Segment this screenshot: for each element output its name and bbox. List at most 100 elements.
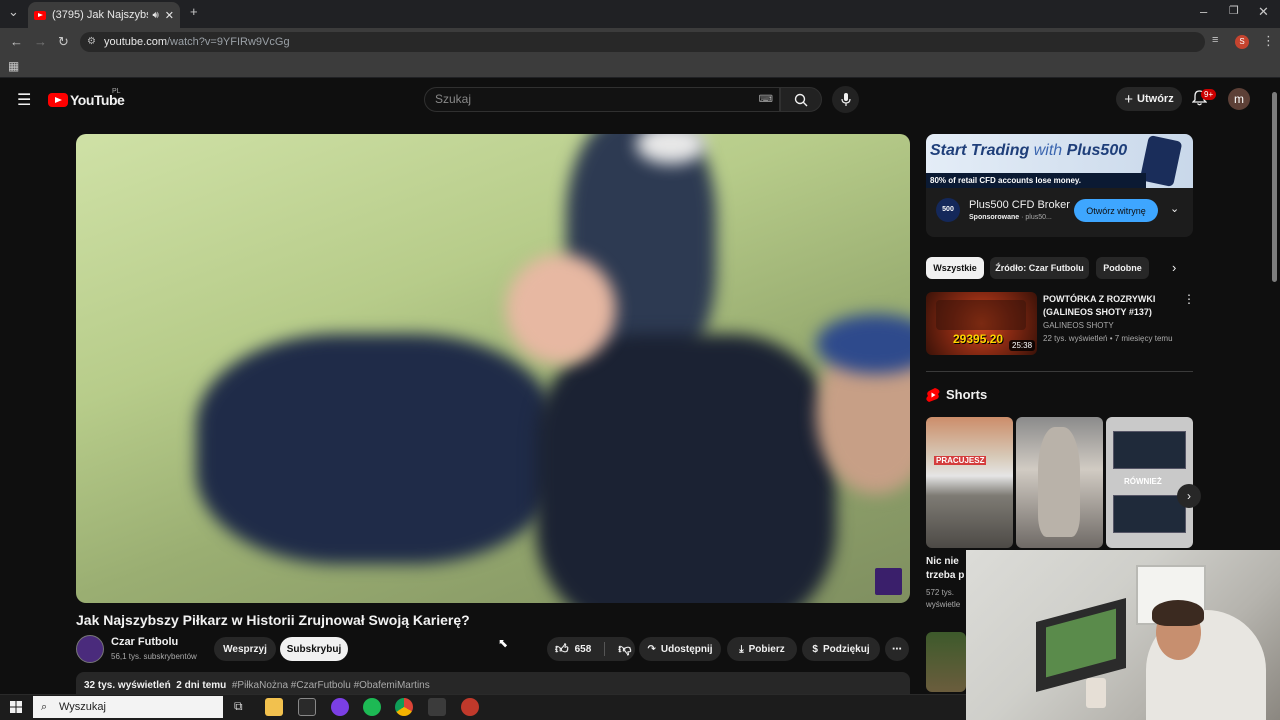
mouse-cursor-icon: ⬉ (498, 636, 509, 650)
minimize-icon[interactable]: – (1200, 4, 1207, 19)
forward-icon[interactable]: → (34, 34, 47, 49)
chevron-right-icon: › (1187, 489, 1191, 503)
short-item[interactable] (926, 632, 966, 692)
notification-count-badge: 9+ (1201, 89, 1217, 100)
download-button[interactable]: ⤓ Pobierz (727, 637, 797, 661)
keyboard-icon[interactable]: ⌨ (759, 88, 773, 111)
share-label: Udostępnij (660, 643, 713, 655)
tab-title: (3795) Jak Najszybszy Piłka (52, 9, 148, 21)
plus-icon: + (1124, 90, 1134, 108)
recommended-channel[interactable]: GALINEOS SHOTY (1043, 321, 1114, 330)
ad-banner[interactable]: Start Trading with Plus500 80% of retail… (926, 134, 1193, 188)
url-bar[interactable]: ⚙ youtube.com/watch?v=9YFIRw9VcGg (80, 32, 1205, 52)
file-explorer-icon[interactable] (265, 698, 283, 716)
browser-menu-icon[interactable]: ⋮ (1262, 33, 1275, 49)
task-view-icon[interactable]: ⧉ (234, 699, 243, 714)
thumbnail-graphic (936, 300, 1026, 330)
ad-headline-c: Plus500 (1066, 142, 1128, 159)
short-screen (1113, 431, 1186, 469)
sponsored-ad-card[interactable]: Start Trading with Plus500 80% of retail… (926, 134, 1193, 237)
video-title: Jak Najszybszy Piłkarz w Historii Zrujno… (76, 612, 470, 628)
youtube-logo-icon[interactable] (48, 93, 68, 107)
download-icon: ⤓ (739, 643, 744, 655)
reload-icon[interactable]: ↻ (58, 34, 69, 50)
back-icon[interactable]: ← (10, 34, 23, 49)
channel-avatar[interactable] (76, 635, 104, 663)
like-button[interactable]: 👍︎ 658 (555, 641, 591, 657)
media-controls-icon[interactable]: ≡ (1212, 34, 1218, 46)
search-button[interactable] (780, 87, 822, 112)
create-label: Utwórz (1137, 93, 1174, 105)
create-button[interactable]: + Utwórz (1116, 87, 1182, 111)
short-figure (1038, 427, 1080, 537)
taskbar-search-input[interactable]: ⌕ Wyszukaj (33, 696, 223, 718)
section-divider (926, 371, 1193, 372)
short-item[interactable]: RÓWNIEŻ (1106, 417, 1193, 548)
restore-icon[interactable]: ❐ (1229, 4, 1239, 17)
chips-next-icon[interactable]: › (1172, 260, 1176, 275)
site-info-icon[interactable]: ⚙ (87, 32, 96, 52)
url-host: youtube.com (104, 36, 167, 48)
recommended-meta: 22 tys. wyświetleń • 7 miesięcy temu (1043, 334, 1173, 343)
bookmarks-bar: ▦ (0, 56, 1280, 78)
app-red-icon[interactable] (461, 698, 479, 716)
webcam-cup (1086, 678, 1106, 708)
youtube-favicon-icon (34, 10, 46, 20)
chrome-icon[interactable] (395, 698, 413, 716)
new-tab-icon[interactable]: + (190, 4, 198, 19)
guide-menu-icon[interactable]: ☰ (17, 90, 31, 110)
support-button[interactable]: Wesprzyj (214, 637, 276, 661)
spotify-icon[interactable] (363, 698, 381, 716)
channel-watermark-icon[interactable] (875, 568, 902, 595)
thanks-button[interactable]: $ Podziękuj (802, 637, 880, 661)
channel-name[interactable]: Czar Futbolu (111, 636, 178, 648)
tab-search-icon[interactable]: ⌄ (8, 4, 19, 20)
epic-games-icon[interactable] (298, 698, 316, 716)
more-actions-icon[interactable]: ⋯ (885, 637, 909, 661)
short-item[interactable]: PRACUJESZ (926, 417, 1013, 548)
taskbar-search-label: Wyszukaj (59, 701, 106, 713)
chip-similar[interactable]: Podobne (1096, 257, 1149, 279)
apps-grid-icon[interactable]: ▦ (8, 59, 19, 73)
ad-risk-warning: 80% of retail CFD accounts lose money. (926, 173, 1146, 188)
profile-avatar[interactable]: S (1235, 35, 1249, 49)
chip-all[interactable]: Wszystkie (926, 257, 984, 279)
advertiser-name[interactable]: Plus500 CFD Broker (969, 199, 1070, 211)
thumbs-down-icon[interactable]: 👎︎ (618, 641, 631, 657)
browser-tab[interactable]: (3795) Jak Najszybszy Piłka 🔊︎ ✕ (28, 2, 180, 28)
search-placeholder: Szukaj (435, 92, 472, 106)
chevron-down-icon[interactable]: ⌄ (1170, 202, 1179, 215)
hashtags[interactable]: #PiłkaNożna #CzarFutbolu #ObafemiMartins (232, 680, 430, 691)
video-figure (196, 334, 556, 564)
short-views: 572 tys. wyświetle (926, 588, 961, 609)
page-scrollbar[interactable] (1272, 92, 1277, 282)
chip-channel-source[interactable]: Źródło: Czar Futbolu (990, 257, 1089, 279)
webcam-person-hair (1152, 600, 1204, 626)
recommended-more-icon[interactable]: ⋮ (1183, 292, 1195, 306)
windows-start-icon[interactable] (10, 701, 22, 713)
short-item[interactable] (1016, 417, 1103, 548)
region-code: PL (112, 88, 121, 95)
short-caption[interactable]: Nic nie trzeba p (926, 555, 966, 583)
like-dislike-group: 👍︎ 658 👎︎ (547, 637, 635, 661)
app-a-icon[interactable] (428, 698, 446, 716)
voice-search-button[interactable] (832, 86, 859, 113)
subscribe-button[interactable]: Subskrybuj (280, 637, 348, 661)
like-count: 658 (574, 643, 592, 655)
upload-age: 2 dni temu (176, 680, 227, 691)
shorts-logo-icon (926, 388, 940, 402)
video-player[interactable] (76, 134, 910, 603)
recommended-title[interactable]: POWTÓRKA Z ROZRYWKI (GALINEOS SHOTY #137… (1043, 293, 1183, 319)
account-avatar[interactable]: m (1228, 88, 1250, 110)
shorts-section-title: Shorts (946, 387, 988, 402)
open-site-button[interactable]: Otwórz witrynę (1074, 199, 1158, 222)
video-figure (536, 334, 836, 603)
share-button[interactable]: ↷ Udostępnij (639, 637, 721, 661)
tab-close-icon[interactable]: ✕ (165, 9, 174, 22)
messenger-icon[interactable] (331, 698, 349, 716)
speaker-icon[interactable]: 🔊︎ (152, 10, 158, 21)
sponsored-label: Sponsorowane (969, 214, 1020, 221)
shorts-next-button[interactable]: › (1177, 484, 1201, 508)
search-input[interactable]: Szukaj ⌨ (424, 87, 780, 112)
window-close-icon[interactable]: ✕ (1258, 4, 1269, 20)
